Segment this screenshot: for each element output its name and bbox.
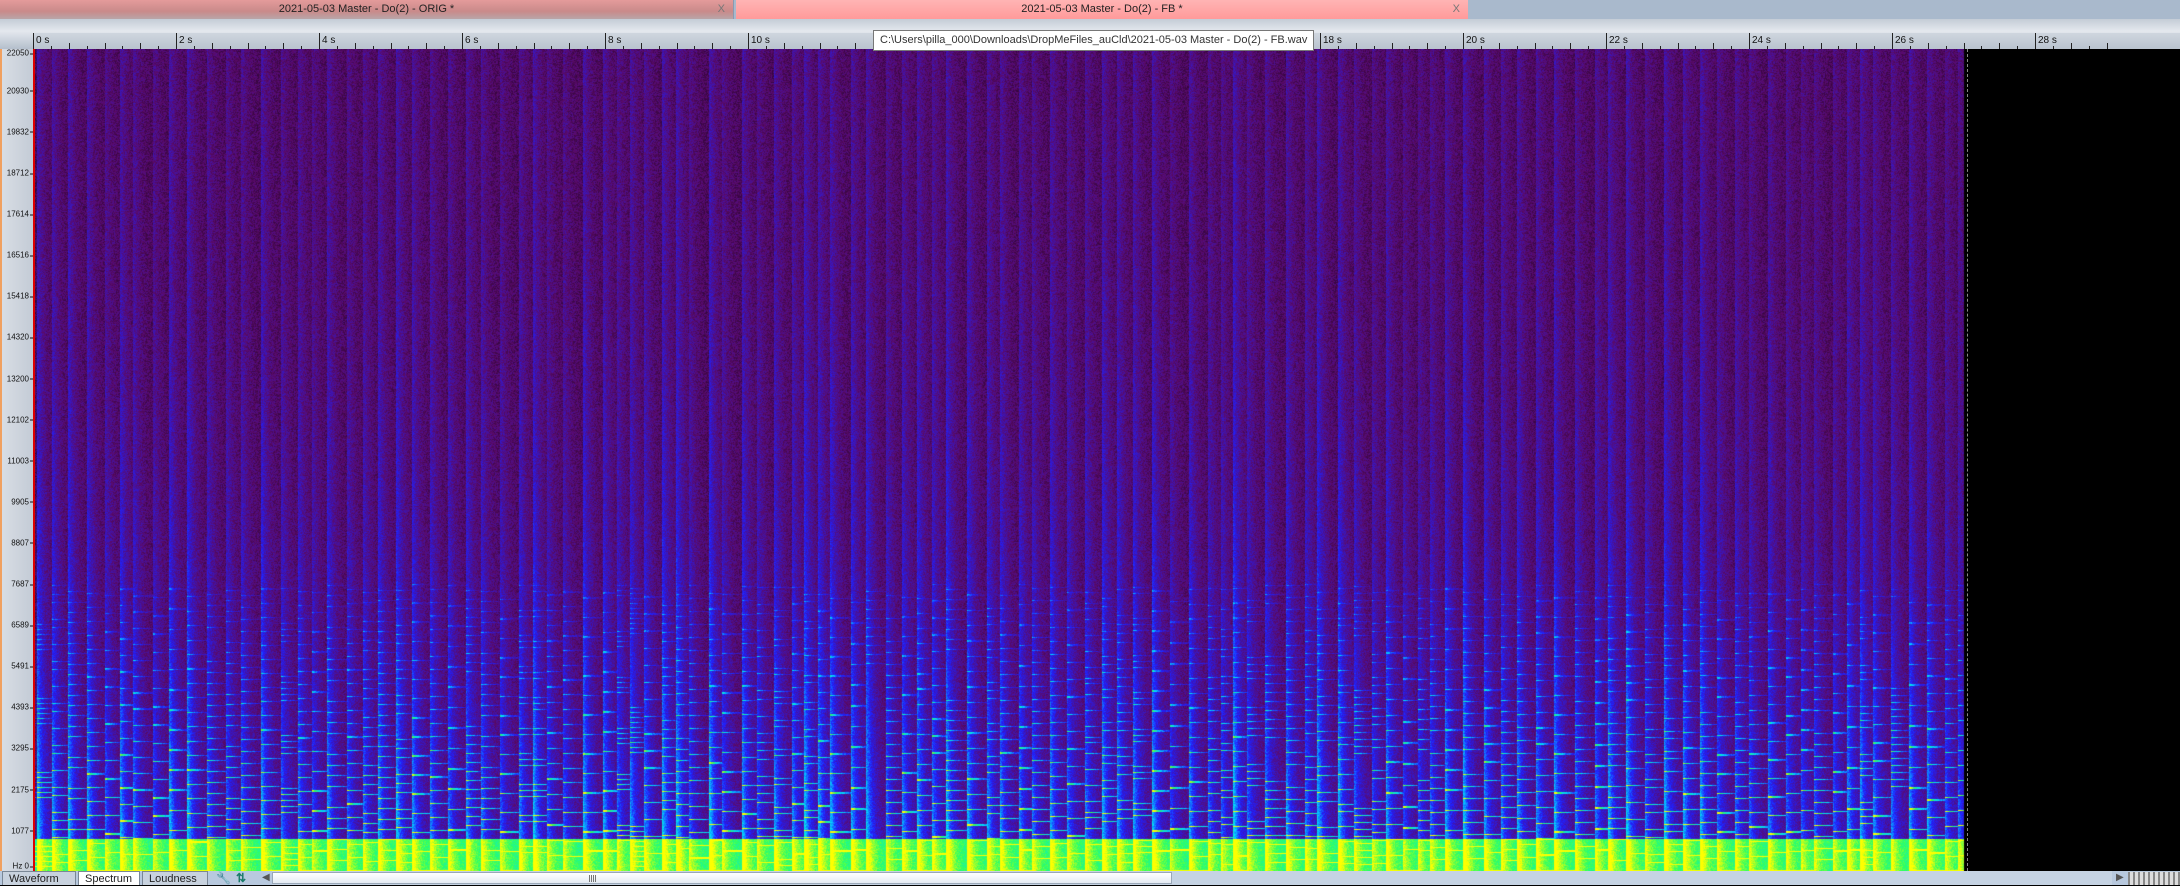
playback-cursor[interactable] <box>33 49 35 871</box>
frequency-tick-label: 2175 <box>11 785 33 795</box>
time-tick-label: 26 s <box>1895 35 1914 46</box>
frequency-tick-label: 3295 <box>11 743 33 753</box>
major-tick <box>1892 33 1893 49</box>
major-tick <box>33 33 34 49</box>
minor-tick <box>1981 46 1983 49</box>
major-tick <box>462 33 463 49</box>
frequency-tick-label: 17614 <box>6 209 34 219</box>
frequency-tick-label: 20930 <box>6 86 34 96</box>
time-tick-label: 24 s <box>1752 35 1771 46</box>
close-icon[interactable]: X <box>718 0 725 19</box>
frequency-tick-label: 8807 <box>11 538 33 548</box>
time-tick-label: 4 s <box>322 35 336 46</box>
major-tick <box>1749 33 1750 49</box>
minor-tick <box>2088 46 2090 49</box>
spectrogram[interactable] <box>33 49 1967 871</box>
major-tick <box>1320 33 1321 49</box>
frequency-tick-label: 22050 <box>6 48 34 58</box>
frequency-tick-label: 4393 <box>11 702 33 712</box>
time-tick-label: 8 s <box>608 35 622 46</box>
scroll-left-icon[interactable]: ◀ <box>262 871 270 885</box>
time-tick-label: 6 s <box>465 35 479 46</box>
major-tick <box>1463 33 1464 49</box>
time-tick-label: 2 s <box>179 35 193 46</box>
time-tick-label: 0 s <box>36 35 50 46</box>
frequency-tick-label: 16516 <box>6 250 34 260</box>
minor-tick <box>2070 43 2072 49</box>
grip-icon <box>589 875 597 882</box>
frequency-tick-label: 1077 <box>11 826 33 836</box>
frequency-tick-label: 9905 <box>11 497 33 507</box>
major-tick <box>319 33 320 49</box>
minor-tick <box>2106 43 2108 49</box>
frequency-tick-label: 19832 <box>6 127 34 137</box>
time-tick-label: 28 s <box>2038 35 2057 46</box>
time-tick-label: 18 s <box>1323 35 1342 46</box>
major-tick <box>605 33 606 49</box>
frequency-tick-label: 12102 <box>6 415 34 425</box>
time-tick-label: 20 s <box>1466 35 1485 46</box>
tab-label: 2021-05-03 Master - Do(2) - ORIG * <box>278 3 455 15</box>
frequency-tick-label: 7687 <box>11 579 33 589</box>
scrollbar-thumb[interactable] <box>272 872 1172 884</box>
frequency-tick-label: 11003 <box>7 456 33 466</box>
tab-waveform[interactable]: Waveform <box>2 871 76 885</box>
zoom-handle[interactable] <box>2128 872 2180 885</box>
frequency-tick-label: 14320 <box>6 332 34 342</box>
tab-label: 2021-05-03 Master - Do(2) - FB * <box>1021 3 1183 15</box>
up-down-arrows-icon[interactable]: ⇅ <box>236 871 246 885</box>
file-path-tooltip: C:\Users\pilla_000\Downloads\DropMeFiles… <box>873 30 1315 51</box>
tab-loudness[interactable]: Loudness <box>142 871 208 885</box>
frequency-tick-label: Hz 0 <box>12 861 34 871</box>
wrench-icon[interactable]: 🔧 <box>216 871 231 885</box>
frequency-tick-label: 15418 <box>6 291 34 301</box>
time-tick-label: 10 s <box>751 35 770 46</box>
tab-spectrum[interactable]: Spectrum <box>78 871 140 885</box>
time-tick-label: 22 s <box>1609 35 1628 46</box>
scroll-right-icon[interactable]: ▶ <box>2116 871 2124 885</box>
frequency-tick-label: 6589 <box>11 620 33 630</box>
minor-tick <box>2052 46 2054 49</box>
horizontal-scrollbar[interactable] <box>272 871 2112 885</box>
frequency-axis: 22050 20930 19832 18712 17614 16516 15418 14320… <box>0 48 34 871</box>
tab-orig[interactable]: 2021-05-03 Master - Do(2) - ORIG * X <box>0 0 734 19</box>
minor-tick <box>2017 46 2019 49</box>
frequency-tick-label: 13200 <box>6 374 34 384</box>
document-tab-bar: 2021-05-03 Master - Do(2) - ORIG * X 2021… <box>0 0 2180 19</box>
major-tick <box>176 33 177 49</box>
minor-tick <box>1999 43 2001 49</box>
frequency-tick-label: 18712 <box>6 168 34 178</box>
audio-end-marker <box>1967 49 1969 871</box>
bottom-bar: Waveform Spectrum Loudness 🔧 ⇅ ◀ ▶ <box>0 871 2180 885</box>
tab-fb[interactable]: 2021-05-03 Master - Do(2) - FB * X <box>736 0 1468 19</box>
major-tick <box>748 33 749 49</box>
frequency-tick-label: 5491 <box>11 661 33 671</box>
major-tick <box>1606 33 1607 49</box>
close-icon[interactable]: X <box>1453 0 1460 19</box>
major-tick <box>2035 33 2036 49</box>
